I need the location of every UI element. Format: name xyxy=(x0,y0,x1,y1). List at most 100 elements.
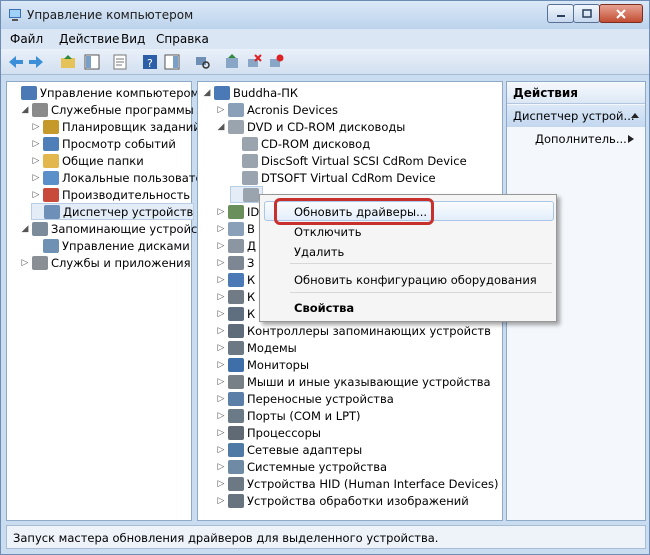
tree-node[interactable]: ▷ Устройства обработки изображений xyxy=(216,492,469,509)
expand-toggle-icon[interactable]: ▷ xyxy=(216,241,226,251)
tree-node[interactable]: ▷ К xyxy=(216,288,255,305)
disk-management-icon xyxy=(43,238,59,253)
expand-toggle-icon[interactable]: ▷ xyxy=(31,122,41,132)
tree-node-label: DiscSoft Virtual SCSI CdRom Device xyxy=(261,153,467,168)
help-icon[interactable]: ? xyxy=(141,53,159,71)
mouse-icon xyxy=(228,374,244,389)
expand-toggle-icon[interactable]: ▷ xyxy=(216,445,226,455)
menu-file[interactable]: Файл xyxy=(10,32,43,46)
tree-node[interactable]: CD-ROM дисковод xyxy=(230,135,370,152)
back-arrow-icon[interactable] xyxy=(7,53,25,71)
expand-toggle-icon[interactable]: ▷ xyxy=(216,394,226,404)
tree-node[interactable]: ▷ Мониторы xyxy=(216,356,309,373)
expand-toggle-icon[interactable]: ◢ xyxy=(20,105,30,115)
tree-node[interactable]: ▷ Сетевые адаптеры xyxy=(216,441,362,458)
tree-node[interactable]: ▷ В xyxy=(216,220,255,237)
close-button[interactable] xyxy=(599,4,643,23)
expand-toggle-icon[interactable]: ▷ xyxy=(216,309,226,319)
expand-toggle-icon[interactable]: ▷ xyxy=(216,224,226,234)
tree-node[interactable]: ▷ Планировщик заданий xyxy=(31,118,201,135)
menu-item-disable[interactable]: Отключить xyxy=(294,225,361,239)
expand-toggle-icon[interactable]: ▷ xyxy=(31,156,41,166)
uninstall-device-icon[interactable] xyxy=(267,53,285,71)
menu-help[interactable]: Справка xyxy=(156,32,209,46)
expand-toggle-icon[interactable]: ▷ xyxy=(216,258,226,268)
tree-node[interactable]: ▷ Производительность xyxy=(31,186,190,203)
update-driver-icon[interactable] xyxy=(223,53,241,71)
menu-item-scan-hardware[interactable]: Обновить конфигурацию оборудования xyxy=(294,273,537,287)
expand-toggle-icon[interactable]: ▷ xyxy=(216,462,226,472)
ide-icon xyxy=(228,204,244,219)
expand-toggle-icon[interactable]: ▷ xyxy=(216,105,226,115)
expand-toggle-icon[interactable]: ▷ xyxy=(216,496,226,506)
tree-node[interactable]: ▷ К xyxy=(216,271,255,288)
expand-toggle-icon[interactable]: ▷ xyxy=(31,190,41,200)
tree-node[interactable]: ▷ К xyxy=(216,305,255,322)
tree-node[interactable]: ▷ Общие папки xyxy=(31,152,144,169)
clock-icon xyxy=(43,119,59,134)
tree-node[interactable]: ▷ Контроллеры запоминающих устройств xyxy=(216,322,491,339)
tree-node-label: К xyxy=(247,289,256,304)
up-folder-icon[interactable] xyxy=(59,53,77,71)
show-hide-tree-icon[interactable] xyxy=(83,53,101,71)
scan-hardware-icon[interactable] xyxy=(193,53,211,71)
tree-node-label: Устройства HID (Human Interface Devices) xyxy=(247,476,499,491)
tree-node-label: Локальные пользовате xyxy=(62,170,203,185)
tree-node[interactable]: Диспетчер устройств xyxy=(31,203,195,220)
tree-node[interactable]: ▷ Acronis Devices xyxy=(216,101,338,118)
expand-toggle-icon[interactable]: ▷ xyxy=(31,139,41,149)
menu-view[interactable]: Вид xyxy=(121,32,145,46)
expand-toggle-icon[interactable]: ▷ xyxy=(216,326,226,336)
tree-node[interactable]: ▷ Службы и приложения xyxy=(20,254,191,271)
tree-node[interactable]: DiscSoft Virtual SCSI CdRom Device xyxy=(230,152,467,169)
show-hide-action-pane-icon[interactable] xyxy=(163,53,181,71)
disable-device-icon[interactable] xyxy=(245,53,263,71)
tree-node[interactable]: Управление компьютером (л xyxy=(9,84,215,101)
tree-node[interactable]: ▷ З xyxy=(216,254,254,271)
properties-icon[interactable] xyxy=(111,53,129,71)
tree-node[interactable]: ▷ Процессоры xyxy=(216,424,321,441)
tree-node[interactable]: DTSOFT Virtual CdRom Device xyxy=(230,169,436,186)
expand-toggle-icon[interactable]: ▷ xyxy=(216,275,226,285)
tree-node[interactable]: ▷ Переносные устройства xyxy=(216,390,394,407)
expand-toggle-icon[interactable]: ◢ xyxy=(202,88,212,98)
expand-toggle-icon[interactable]: ▷ xyxy=(216,343,226,353)
tree-node[interactable]: ▷ Просмотр событий xyxy=(31,135,176,152)
expand-toggle-icon[interactable]: ◢ xyxy=(20,224,30,234)
menu-item-properties[interactable]: Свойства xyxy=(294,301,354,315)
expand-toggle-icon[interactable]: ▷ xyxy=(31,173,41,183)
tree-node[interactable]: ▷ Мыши и иные указывающие устройства xyxy=(216,373,491,390)
tree-node[interactable]: ▷ ID xyxy=(216,203,259,220)
tools-icon xyxy=(32,102,48,117)
tree-node[interactable]: ◢ Служебные программы xyxy=(20,101,194,118)
expand-toggle-icon[interactable]: ▷ xyxy=(216,479,226,489)
maximize-icon xyxy=(581,9,592,18)
expand-toggle-icon[interactable]: ◢ xyxy=(216,122,226,132)
menu-item-uninstall[interactable]: Удалить xyxy=(294,245,344,259)
tree-node[interactable]: ▷ Системные устройства xyxy=(216,458,387,475)
maximize-button[interactable] xyxy=(573,4,600,23)
forward-arrow-icon[interactable] xyxy=(27,53,45,71)
tree-node[interactable]: ◢ Запоминающие устройства xyxy=(20,220,218,237)
tree-node[interactable]: ▷ Устройства HID (Human Interface Devices… xyxy=(216,475,498,492)
expand-toggle-icon[interactable]: ▷ xyxy=(216,360,226,370)
tree-node[interactable]: ▷ Д xyxy=(216,237,256,254)
tree-node[interactable]: ▷ Модемы xyxy=(216,339,297,356)
more-actions-link[interactable]: Дополнитель... xyxy=(535,132,627,146)
navigation-tree[interactable]: Управление компьютером (л ◢ Служебные прог… xyxy=(6,81,218,521)
tree-node[interactable]: Управление дисками xyxy=(31,237,190,254)
tree-node[interactable]: ▷ Порты (COM и LPT) xyxy=(216,407,361,424)
port-icon xyxy=(228,408,244,423)
tree-node[interactable]: ◢ DVD и CD-ROM дисководы xyxy=(216,118,405,135)
expand-toggle-icon[interactable]: ▷ xyxy=(216,292,226,302)
tree-node[interactable]: ◢ Buddha-ПК xyxy=(202,84,298,101)
expand-toggle-icon[interactable]: ▷ xyxy=(20,258,30,268)
menu-action[interactable]: Действие xyxy=(59,32,119,46)
minimize-button[interactable] xyxy=(547,4,574,23)
actions-section-device-manager[interactable]: Диспетчер устрой... xyxy=(507,105,645,127)
expand-toggle-icon[interactable]: ▷ xyxy=(216,428,226,438)
tree-node[interactable]: ▷ Локальные пользовате xyxy=(31,169,203,186)
expand-toggle-icon[interactable]: ▷ xyxy=(216,377,226,387)
expand-toggle-icon[interactable]: ▷ xyxy=(216,411,226,421)
expand-toggle-icon[interactable]: ▷ xyxy=(216,207,226,217)
